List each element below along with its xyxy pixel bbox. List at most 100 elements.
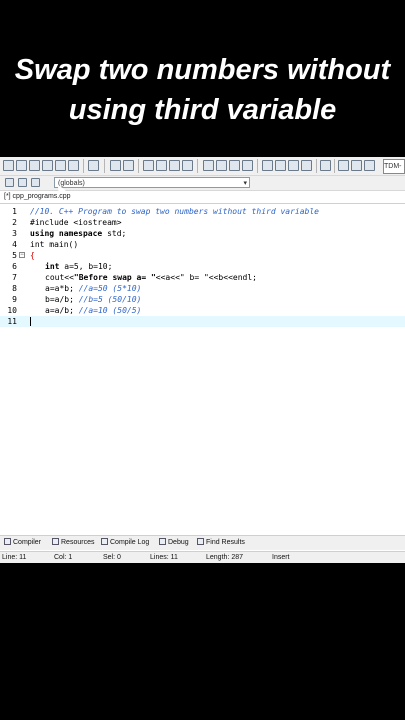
code-part: cout<< [45,273,74,282]
fold-toggle-icon[interactable]: − [19,252,25,258]
video-title-line2: using third variable [68,94,337,126]
save-all-icon[interactable] [42,160,53,171]
profile-icon[interactable] [364,160,375,171]
toolbar-separator [197,159,198,173]
code-part: a=a/b; [45,306,79,315]
goto-bookmark-icon[interactable] [31,178,40,187]
status-bar: Line: 11 Col: 1 Sel: 0 Lines: 11 Length:… [0,551,405,563]
code-comment: //a=10 (50/5) [78,306,142,315]
tab-label: Resources [61,539,95,546]
project-options-icon[interactable] [301,160,312,171]
debug-icon[interactable] [351,160,362,171]
status-col-value: 1 [68,554,73,561]
status-length: Length: 287 [206,552,243,563]
status-mode: Insert [272,554,290,561]
chevron-down-icon: ▾ [243,180,247,187]
tab-compile-log[interactable]: Compile Log [101,538,149,548]
save-icon[interactable] [29,160,40,171]
code-line: 2 #include <iostream> [0,217,405,228]
code-text: int a=5, b=10; [45,261,112,272]
tab-compiler[interactable]: Compiler [4,538,41,548]
indent-icon[interactable] [203,160,214,171]
compile-log-icon [101,538,108,545]
code-line: 9 b=a/b; //b=5 (50/10) [0,294,405,305]
toolbar-separator [316,159,317,173]
status-line: Line: 11 [2,552,26,563]
toolbar-separator [257,159,258,173]
close-file-icon[interactable] [55,160,66,171]
project-remove-icon[interactable] [288,160,299,171]
scope-select[interactable]: (globals) ▾ [54,177,250,188]
code-part: b=a/b; [45,295,79,304]
compiler-icon [4,538,11,545]
line-number: 2 [12,218,17,227]
tab-resources[interactable]: Resources [52,538,94,548]
line-number: 9 [12,295,17,304]
code-text: //10. C++ Program to swap two numbers wi… [30,207,319,216]
toggle-bookmark-icon[interactable] [18,178,27,187]
text-caret [30,317,31,326]
insert-icon[interactable] [5,178,14,187]
video-title: Swap two numbers without using third var… [0,50,405,130]
toolbar-separator [334,159,335,173]
unindent-icon[interactable] [216,160,227,171]
find-results-icon [197,538,204,545]
current-code-line: 11 [0,316,405,327]
project-new-icon[interactable] [262,160,273,171]
code-text: cout<<"Before swap a= "<<a<<" b= "<<b<<e… [45,272,257,283]
code-comment: //a=50 (5*10) [78,284,142,293]
code-text: using namespace std; [30,228,126,239]
code-line: 8 a=a*b; //a=50 (5*10) [0,283,405,294]
print-icon[interactable] [88,160,99,171]
close-all-icon[interactable] [68,160,79,171]
status-line-value: 11 [19,554,27,561]
toolbar-separator [104,159,105,173]
line-number: 3 [12,229,17,238]
line-number: 4 [12,240,17,249]
status-length-value: 287 [231,554,243,561]
toggle-comment-icon[interactable] [229,160,240,171]
code-rest: a=5, b=10; [59,262,113,271]
bookmark-icon[interactable] [242,160,253,171]
undo-icon[interactable] [110,160,121,171]
open-file-icon[interactable] [16,160,27,171]
stop-icon[interactable] [338,160,349,171]
code-part: <<b<<endl; [208,273,257,282]
status-col: Col: 1 [54,552,72,563]
debug-tab-icon [159,538,166,545]
line-number: 6 [12,262,17,271]
status-lines-label: Lines: [150,554,169,561]
project-add-icon[interactable] [275,160,286,171]
goto-icon[interactable] [169,160,180,171]
main-toolbar: TDM- [0,157,405,176]
redo-icon[interactable] [123,160,134,171]
code-editor[interactable]: 1 //10. C++ Program to swap two numbers … [0,204,405,524]
tab-find-results[interactable]: Find Results [197,538,245,548]
compiler-select[interactable]: TDM- [383,159,405,174]
tab-debug[interactable]: Debug [159,538,189,548]
bottom-panel-tabs: Compiler Resources Compile Log Debug Fin… [0,535,405,550]
code-text: int main() [30,240,79,249]
goto-line-icon[interactable] [182,160,193,171]
new-file-icon[interactable] [3,160,14,171]
line-number: 1 [12,207,17,216]
ide-window: TDM- (globals) ▾ [*] cpp_programs.cpp 1 … [0,157,405,563]
status-col-label: Col: [54,554,67,561]
replace-icon[interactable] [156,160,167,171]
status-lines: Lines: 11 [150,552,178,563]
tab-label: Compiler [13,539,42,546]
check-syntax-icon[interactable] [320,160,331,171]
line-number: 7 [12,273,17,282]
toolbar-separator [83,159,84,173]
code-text: a=a*b; //a=50 (5*10) [45,283,141,294]
status-lines-value: 11 [170,554,178,561]
tab-label: Find Results [206,539,245,546]
tab-cpp-programs[interactable]: [*] cpp_programs.cpp [4,192,71,202]
search-icon[interactable] [143,160,154,171]
code-line: 4 int main() [0,239,405,250]
code-part: a=a*b; [45,284,79,293]
keyword: using namespace [30,229,103,238]
status-sel-value: 0 [117,554,121,561]
code-line: 5 − { [0,250,405,261]
code-line: 7 cout<<"Before swap a= "<<a<<" b= "<<b<… [0,272,405,283]
